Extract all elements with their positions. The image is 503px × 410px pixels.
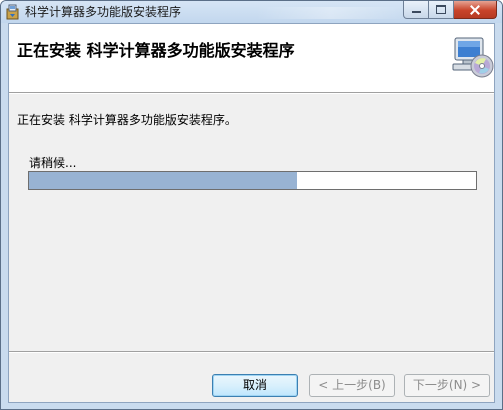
installer-icon bbox=[5, 4, 21, 20]
header-banner: 正在安装 科学计算器多功能版安装程序 bbox=[9, 24, 494, 93]
minimize-button[interactable] bbox=[403, 1, 429, 19]
installer-window: 科学计算器多功能版安装程序 正在安装 科学计算器多功能版安装程序 正在安装 科学… bbox=[0, 0, 503, 410]
maximize-button[interactable] bbox=[429, 1, 454, 19]
status-message: 正在安装 科学计算器多功能版安装程序。 bbox=[17, 113, 237, 127]
title-bar-ghost bbox=[256, 7, 406, 19]
title-bar[interactable]: 科学计算器多功能版安装程序 bbox=[1, 1, 502, 23]
install-progress-bar bbox=[28, 171, 477, 190]
wait-message: 请稍候... bbox=[29, 156, 77, 170]
next-button[interactable]: 下一步(N) > bbox=[404, 374, 490, 397]
close-button[interactable] bbox=[454, 1, 497, 19]
back-button[interactable]: < 上一步(B) bbox=[309, 374, 395, 397]
footer-divider bbox=[9, 351, 494, 353]
computer-cd-icon bbox=[449, 34, 495, 80]
caption-buttons bbox=[403, 1, 497, 19]
cancel-button[interactable]: 取消 bbox=[212, 374, 298, 397]
window-title: 科学计算器多功能版安装程序 bbox=[25, 5, 182, 19]
banner-divider bbox=[9, 93, 494, 94]
progress-fill bbox=[29, 172, 298, 189]
dialog-client-area: 正在安装 科学计算器多功能版安装程序 正在安装 科学计算器多功能版安装程序。 请… bbox=[8, 23, 495, 403]
banner-title: 正在安装 科学计算器多功能版安装程序 bbox=[17, 41, 295, 60]
